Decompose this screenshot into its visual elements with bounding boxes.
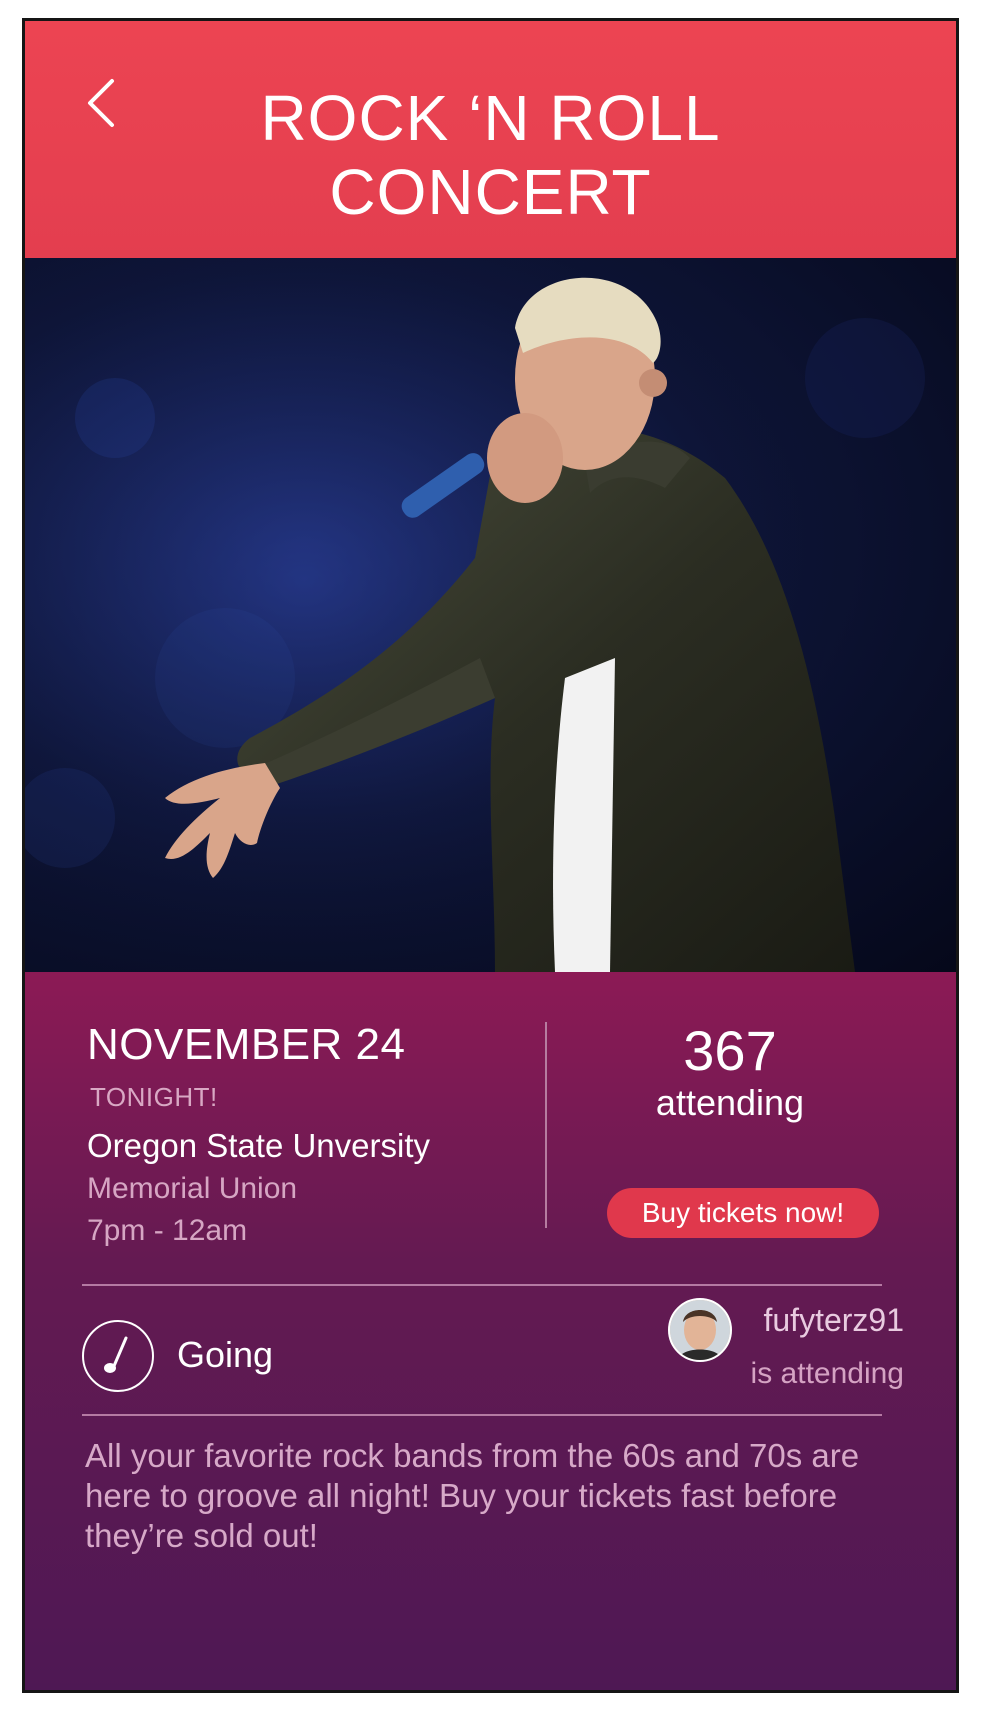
friend-username[interactable]: fufyterz91 — [763, 1302, 904, 1339]
section-divider — [82, 1284, 882, 1286]
friend-status: is attending — [750, 1357, 904, 1390]
attending-count: 367 — [683, 1019, 777, 1082]
event-photo — [25, 258, 956, 972]
avatar-image — [670, 1300, 730, 1360]
buy-tickets-button[interactable]: Buy tickets now! — [607, 1188, 879, 1238]
venue-name: Oregon State Unversity — [87, 1127, 430, 1164]
going-label[interactable]: Going — [177, 1334, 273, 1376]
tonight-badge: TONIGHT! — [90, 1082, 218, 1112]
event-details: NOVEMBER 24 TONIGHT! Oregon State Unvers… — [25, 972, 956, 1690]
friend-avatar[interactable] — [668, 1298, 732, 1362]
event-description: All your favorite rock bands from the 60… — [85, 1437, 860, 1554]
event-date: NOVEMBER 24 — [87, 1020, 406, 1069]
attending-label: attending — [655, 1082, 805, 1123]
section-divider — [82, 1414, 882, 1416]
event-time: 7pm - 12am — [87, 1214, 248, 1247]
vertical-divider — [545, 1022, 547, 1228]
title-line-2: CONCERT — [329, 156, 652, 228]
header-bar: ROCK ‘N ROLL CONCERT — [25, 21, 956, 258]
event-screen: ROCK ‘N ROLL CONCERT NOVEMBER 24 TONIGHT… — [22, 18, 959, 1693]
music-note-icon — [104, 1336, 128, 1373]
title-line-1: ROCK ‘N ROLL — [260, 82, 721, 154]
venue-location: Memorial Union — [87, 1172, 298, 1205]
page-title: ROCK ‘N ROLL CONCERT — [25, 81, 956, 229]
going-toggle[interactable] — [82, 1320, 154, 1392]
performer-illustration — [25, 258, 956, 972]
